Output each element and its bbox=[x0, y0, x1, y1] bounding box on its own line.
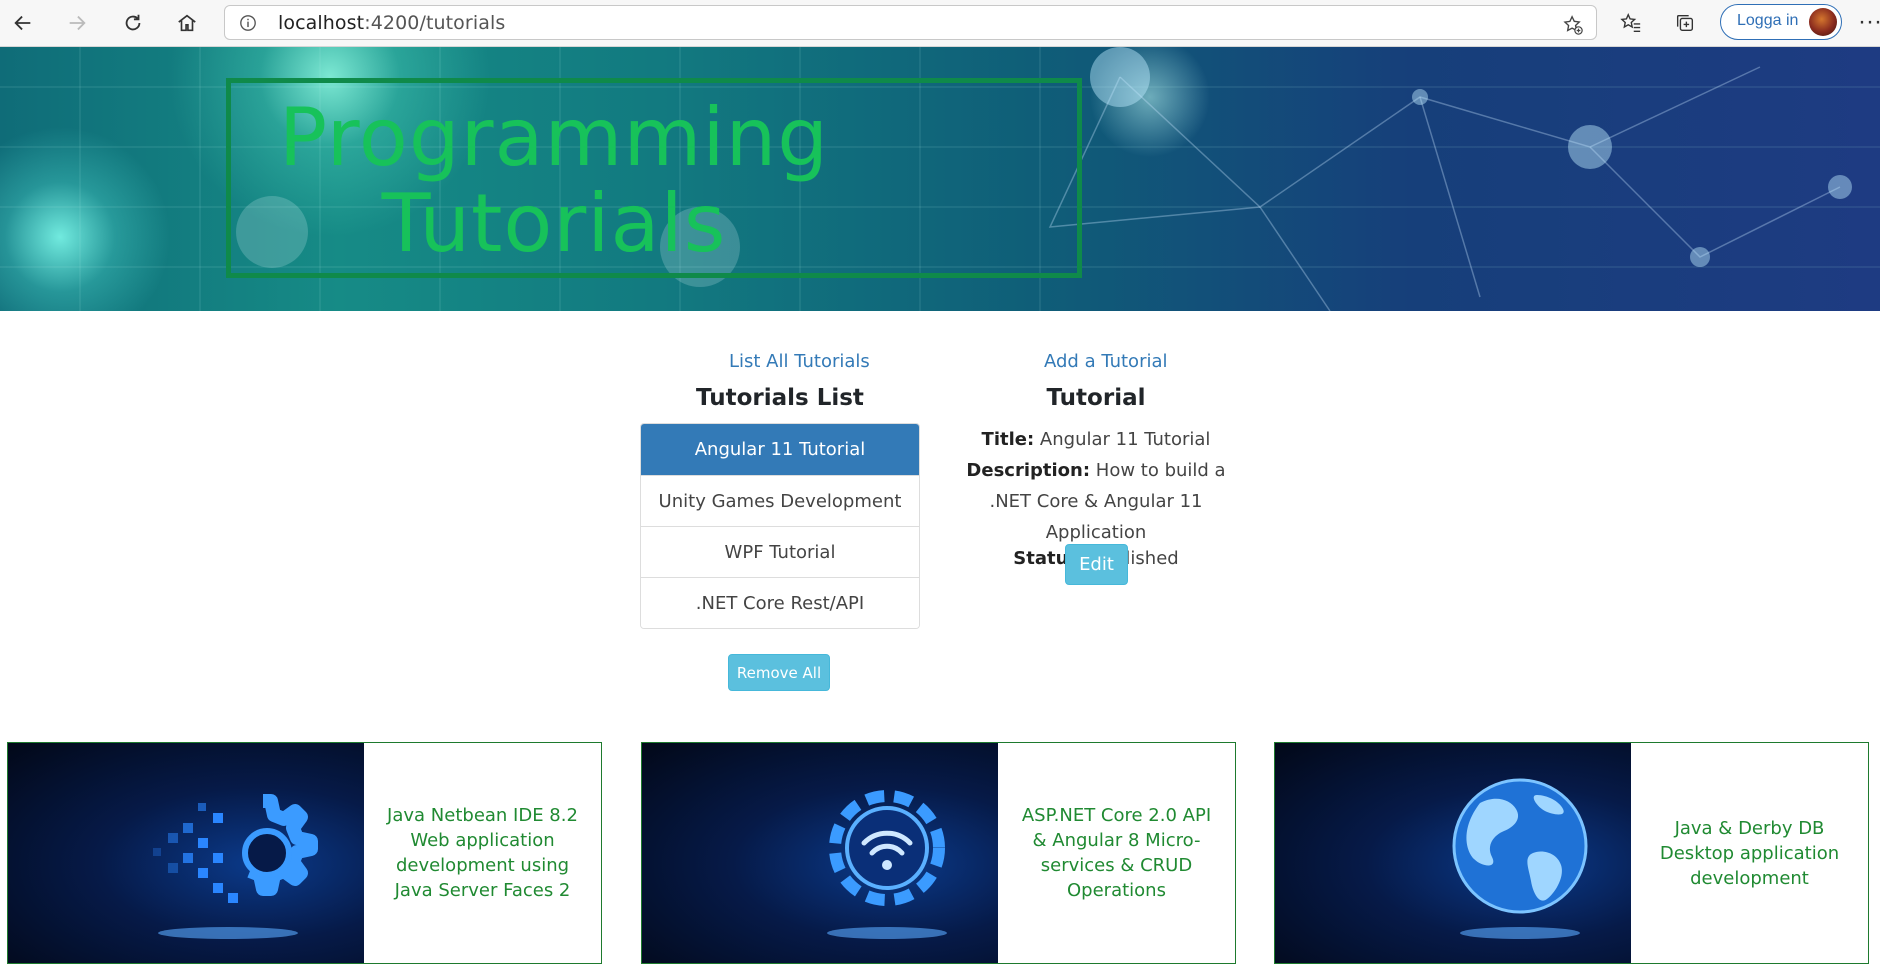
login-label: Logga in bbox=[1737, 12, 1799, 29]
back-button[interactable] bbox=[6, 8, 40, 38]
info-icon bbox=[240, 15, 256, 31]
course-card[interactable]: Java Netbean IDE 8.2 Web application dev… bbox=[7, 742, 602, 964]
list-item[interactable]: WPF Tutorial bbox=[641, 526, 919, 577]
reload-button[interactable] bbox=[116, 8, 150, 38]
add-favorite-icon[interactable] bbox=[1562, 14, 1584, 36]
reload-icon bbox=[125, 14, 141, 31]
page-title: Programming Tutorials bbox=[226, 95, 1082, 267]
gear-pixels-icon bbox=[153, 794, 318, 939]
title-value: Angular 11 Tutorial bbox=[1039, 429, 1211, 450]
list-item[interactable]: .NET Core Rest/API bbox=[641, 577, 919, 628]
globe-icon bbox=[1452, 778, 1588, 939]
list-all-tutorials-link[interactable]: List All Tutorials bbox=[729, 351, 870, 372]
remove-all-button[interactable]: Remove All bbox=[728, 654, 830, 691]
home-icon bbox=[178, 14, 196, 32]
card-image bbox=[8, 743, 364, 963]
forward-button[interactable] bbox=[60, 8, 94, 38]
title-line-2: Tutorials bbox=[381, 177, 727, 270]
url-path: :4200/tutorials bbox=[364, 12, 506, 34]
tutorials-list-heading: Tutorials List bbox=[696, 385, 864, 411]
add-tutorial-link[interactable]: Add a Tutorial bbox=[1044, 351, 1168, 372]
back-arrow-icon bbox=[14, 15, 31, 31]
avatar bbox=[1809, 8, 1837, 36]
url-host: localhost bbox=[278, 12, 365, 34]
card-text[interactable]: ASP.NET Core 2.0 API & Angular 8 Micro-s… bbox=[998, 743, 1235, 963]
list-item[interactable]: Angular 11 Tutorial bbox=[641, 424, 919, 475]
tutorials-list: Angular 11 Tutorial Unity Games Developm… bbox=[640, 423, 920, 629]
tutorial-detail-heading: Tutorial bbox=[1046, 385, 1146, 411]
edit-button[interactable]: Edit bbox=[1065, 544, 1128, 585]
forward-arrow-icon bbox=[69, 15, 86, 31]
collections-icon bbox=[1676, 14, 1694, 32]
login-button[interactable]: Logga in bbox=[1720, 4, 1842, 40]
list-item[interactable]: Unity Games Development bbox=[641, 475, 919, 526]
more-menu-icon[interactable]: ··· bbox=[1858, 8, 1880, 36]
header-banner: Programming Tutorials bbox=[0, 47, 1880, 311]
browser-toolbar: localhost:4200/tutorials Logga in ··· bbox=[0, 0, 1880, 47]
card-image bbox=[1275, 743, 1631, 963]
title-label: Title: bbox=[981, 429, 1035, 450]
url-text[interactable]: localhost:4200/tutorials bbox=[278, 12, 505, 34]
address-bar[interactable]: localhost:4200/tutorials bbox=[224, 5, 1597, 40]
favorites-button[interactable] bbox=[1614, 8, 1648, 38]
card-text[interactable]: Java Netbean IDE 8.2 Web application dev… bbox=[364, 743, 601, 963]
collections-button[interactable] bbox=[1668, 8, 1702, 38]
card-text[interactable]: Java & Derby DB Desktop application deve… bbox=[1631, 743, 1868, 963]
card-image bbox=[642, 743, 998, 963]
detail-description-row: Description: How to build a .NET Core & … bbox=[954, 455, 1238, 548]
favorites-icon bbox=[1620, 13, 1641, 32]
detail-title-row: Title: Angular 11 Tutorial bbox=[954, 424, 1238, 455]
course-card[interactable]: ASP.NET Core 2.0 API & Angular 8 Micro-s… bbox=[641, 742, 1236, 964]
course-card[interactable]: Java & Derby DB Desktop application deve… bbox=[1274, 742, 1869, 964]
description-label: Description: bbox=[966, 460, 1091, 481]
home-button[interactable] bbox=[170, 8, 204, 38]
title-line-1: Programming bbox=[278, 91, 830, 184]
gear-wifi-icon bbox=[827, 790, 947, 939]
